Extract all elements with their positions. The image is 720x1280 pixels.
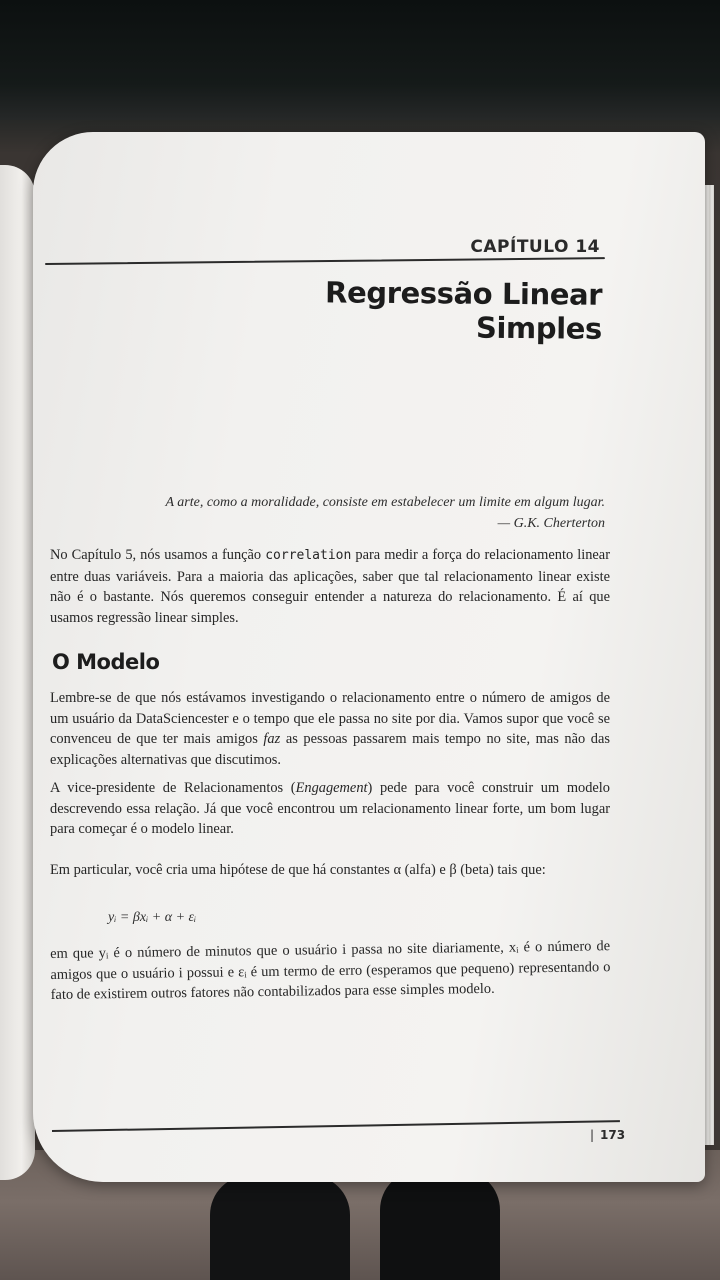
page-number-value: 173 bbox=[600, 1128, 626, 1142]
regression-formula: yᵢ = βxᵢ + α + εᵢ bbox=[108, 910, 197, 925]
epigraph-quote: A arte, como a moralidade, consiste em e… bbox=[165, 495, 605, 510]
shoe-left bbox=[210, 1175, 350, 1280]
chapter-title: Regressão Linear Simples bbox=[324, 275, 603, 346]
shoe-right bbox=[380, 1170, 500, 1280]
epigraph: A arte, como a moralidade, consiste em e… bbox=[130, 492, 605, 534]
epigraph-author: — G.K. Cherterton bbox=[497, 516, 605, 531]
left-book-page bbox=[0, 165, 35, 1180]
section-paragraph-1: Lembre-se de que nós estávamos investiga… bbox=[50, 688, 610, 770]
correlation-code: correlation bbox=[265, 548, 352, 563]
section-paragraph-3: Em particular, você cria uma hipótese de… bbox=[50, 862, 546, 878]
section-paragraph-4: em que yᵢ é o número de minutos que o us… bbox=[50, 938, 611, 1003]
section-p1-emphasis: faz bbox=[263, 731, 281, 747]
section-p2-start: A vice-presidente de Relacionamentos ( bbox=[50, 780, 296, 796]
chapter-label: CAPÍTULO 14 bbox=[470, 237, 600, 257]
dark-background bbox=[0, 0, 720, 120]
intro-text-start: No Capítulo 5, nós usamos a função bbox=[50, 547, 266, 563]
section-title: O Modelo bbox=[52, 650, 160, 674]
section-p2-emphasis: Engagement bbox=[295, 780, 368, 796]
section-paragraph-2: A vice-presidente de Relacionamentos (En… bbox=[50, 778, 610, 840]
intro-paragraph: No Capítulo 5, nós usamos a função corre… bbox=[50, 545, 610, 628]
page-number: | 173 bbox=[590, 1128, 625, 1142]
page-number-divider: | bbox=[590, 1128, 595, 1142]
